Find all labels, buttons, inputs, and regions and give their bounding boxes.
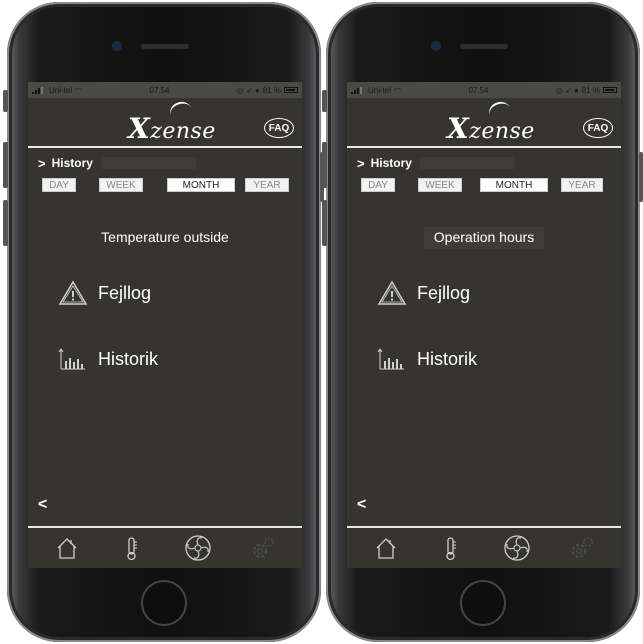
settings-gear-icon	[253, 537, 275, 559]
carrier-label: Uni-tel	[49, 85, 73, 95]
menu-item-label: Fejllog	[98, 282, 152, 303]
tab-fan[interactable]	[183, 533, 213, 563]
battery-percent: 81 %	[262, 85, 281, 95]
home-hardware-button[interactable]	[141, 580, 187, 626]
bar-chart-icon	[58, 348, 85, 370]
menu-item-label: Historik	[98, 348, 159, 369]
clock: 07.54	[149, 85, 170, 95]
battery-icon	[284, 87, 298, 93]
front-camera	[432, 42, 440, 50]
graph-title: Operation hours	[423, 227, 545, 249]
volume-down-button	[322, 200, 327, 246]
period-day-button[interactable]: DAY	[361, 178, 395, 192]
app-header: Xzense FAQ	[28, 98, 302, 146]
faq-button[interactable]: FAQ	[583, 118, 613, 138]
home-icon	[57, 538, 77, 559]
tab-fan[interactable]	[502, 533, 532, 563]
tab-bar	[347, 526, 621, 568]
menu-item-historik[interactable]: Historik	[377, 346, 477, 372]
status-bar: Uni-tel ◠ 07.54 ◎ ➶ ● 81 %	[347, 82, 621, 98]
title-row: Operation hours	[347, 227, 621, 249]
mute-switch	[3, 90, 8, 112]
breadcrumb-bar	[419, 157, 515, 169]
app-header: Xzense FAQ	[347, 98, 621, 146]
settings-gear-icon	[572, 537, 594, 559]
app-screen: Uni-tel ◠ 07.54 ◎ ➶ ● 81 % Xzense FAQ > …	[28, 82, 302, 568]
tab-settings[interactable]	[248, 533, 278, 563]
earpiece-speaker	[141, 44, 189, 49]
menu-item-historik[interactable]: Historik	[58, 346, 158, 372]
power-button	[639, 152, 643, 202]
fan-icon	[185, 535, 211, 561]
clock: 07.54	[468, 85, 489, 95]
tab-home[interactable]	[371, 533, 401, 563]
volume-down-button	[3, 200, 8, 246]
tab-temperature[interactable]	[117, 533, 147, 563]
home-icon	[376, 538, 396, 559]
status-bar: Uni-tel ◠ 07.54 ◎ ➶ ● 81 %	[28, 82, 302, 98]
period-year-button[interactable]: YEAR	[561, 178, 603, 192]
breadcrumb[interactable]: > History	[347, 148, 621, 178]
tab-settings[interactable]	[567, 533, 597, 563]
chevron-right-icon: >	[357, 155, 365, 171]
back-button[interactable]: <	[38, 496, 47, 514]
mute-switch	[322, 90, 327, 112]
menu-item-fejllog[interactable]: Fejllog	[58, 280, 151, 306]
phone-left: Uni-tel ◠ 07.54 ◎ ➶ ● 81 % Xzense FAQ > …	[3, 2, 324, 642]
location-icon: ◎ ➶ ●	[236, 85, 260, 95]
period-day-button[interactable]: DAY	[42, 178, 76, 192]
fan-icon	[504, 535, 530, 561]
tab-home[interactable]	[52, 533, 82, 563]
app-screen: Uni-tel ◠ 07.54 ◎ ➶ ● 81 % Xzense FAQ > …	[347, 82, 621, 568]
menu-item-label: Fejllog	[417, 282, 471, 303]
faq-button[interactable]: FAQ	[264, 118, 294, 138]
location-icon: ◎ ➶ ●	[555, 85, 579, 95]
phone-right: Uni-tel ◠ 07.54 ◎ ➶ ● 81 % Xzense FAQ > …	[322, 2, 643, 642]
breadcrumb[interactable]: > History	[28, 148, 302, 178]
wifi-icon: ◠	[75, 85, 83, 95]
menu-item-fejllog[interactable]: Fejllog	[377, 280, 470, 306]
bar-chart-icon	[377, 348, 404, 370]
period-selector: DAY WEEK MONTH YEAR	[28, 178, 302, 196]
tab-temperature[interactable]	[436, 533, 466, 563]
earpiece-speaker	[460, 44, 508, 49]
breadcrumb-label: History	[370, 156, 412, 170]
signal-icon	[32, 86, 46, 94]
wifi-icon: ◠	[394, 85, 402, 95]
period-week-button[interactable]: WEEK	[99, 178, 143, 192]
volume-up-button	[3, 142, 8, 188]
warning-triangle-icon	[377, 280, 407, 305]
front-camera	[113, 42, 121, 50]
thermometer-icon	[127, 537, 138, 561]
period-month-button[interactable]: MONTH	[167, 178, 235, 192]
breadcrumb-label: History	[51, 156, 93, 170]
tab-bar	[28, 526, 302, 568]
period-week-button[interactable]: WEEK	[418, 178, 462, 192]
volume-up-button	[322, 142, 327, 188]
home-hardware-button[interactable]	[460, 580, 506, 626]
signal-icon	[351, 86, 365, 94]
back-button[interactable]: <	[357, 496, 366, 514]
battery-percent: 81 %	[581, 85, 600, 95]
breadcrumb-bar	[100, 157, 196, 169]
period-selector: DAY WEEK MONTH YEAR	[347, 178, 621, 196]
chevron-right-icon: >	[38, 155, 46, 171]
xzense-logo: Xzense	[128, 112, 216, 145]
menu-item-label: Historik	[417, 348, 478, 369]
title-row: Temperature outside	[28, 227, 302, 249]
period-month-button[interactable]: MONTH	[480, 178, 548, 192]
carrier-label: Uni-tel	[368, 85, 392, 95]
period-year-button[interactable]: YEAR	[245, 178, 289, 192]
graph-title: Temperature outside	[101, 229, 229, 245]
warning-triangle-icon	[58, 280, 88, 305]
thermometer-icon	[446, 537, 457, 561]
xzense-logo: Xzense	[447, 112, 535, 145]
battery-icon	[603, 87, 617, 93]
